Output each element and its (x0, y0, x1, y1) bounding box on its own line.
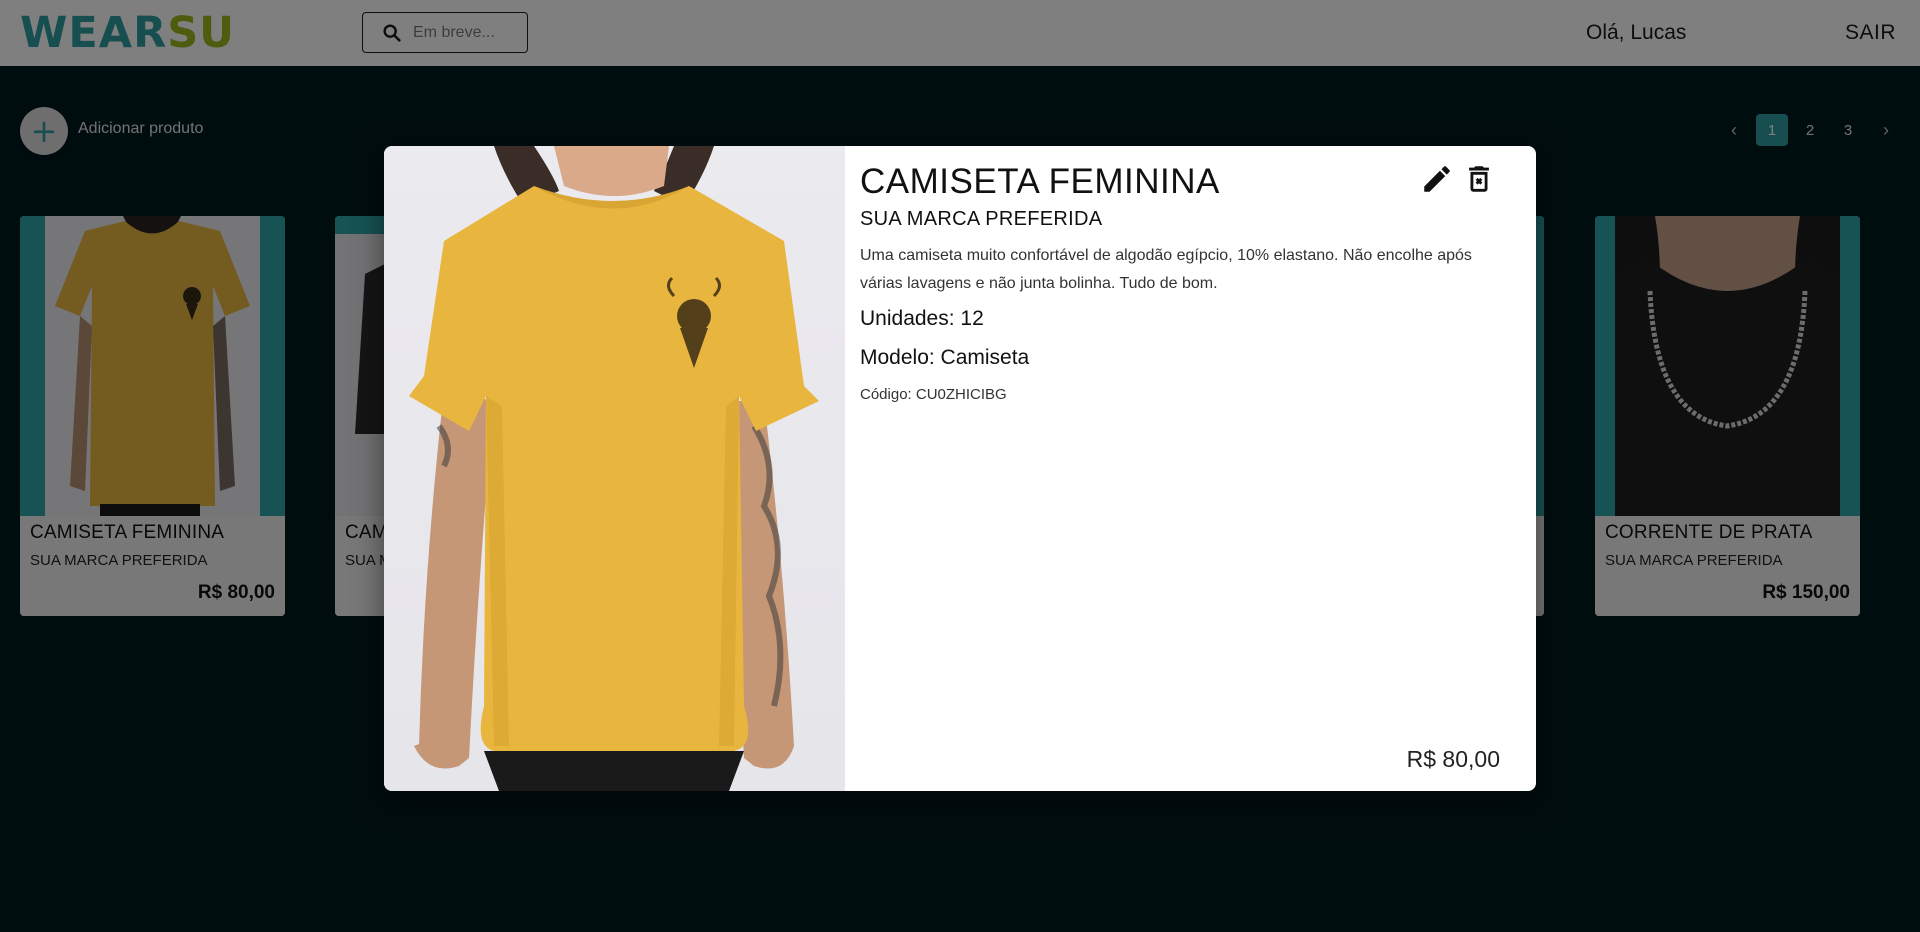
product-detail-image (384, 146, 845, 791)
delete-product-button[interactable] (1462, 162, 1496, 196)
trash-x-icon (1469, 166, 1489, 192)
product-detail-modal: CAMISETA FEMININA SUA MARCA PREFERIDA Um… (384, 146, 1536, 791)
product-detail-model: Modelo: Camiseta (860, 346, 1030, 369)
product-detail-brand: SUA MARCA PREFERIDA (860, 208, 1103, 230)
product-detail-price: R$ 80,00 (1406, 746, 1500, 772)
product-detail-body: CAMISETA FEMININA SUA MARCA PREFERIDA Um… (860, 146, 1520, 791)
product-detail-description: Uma camiseta muito confortável de algodã… (860, 247, 1472, 292)
product-detail-title: CAMISETA FEMININA (860, 162, 1220, 201)
pencil-icon (1424, 166, 1450, 192)
edit-product-button[interactable] (1420, 162, 1454, 196)
product-detail-code: Código: CU0ZHICIBG (860, 386, 1007, 403)
product-detail-units: Unidades: 12 (860, 307, 984, 330)
